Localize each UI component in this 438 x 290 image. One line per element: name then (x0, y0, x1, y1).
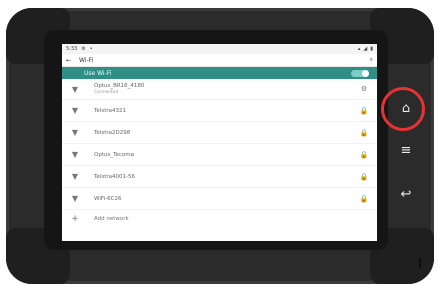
lock-icon: 🔒 (359, 172, 369, 181)
lock-icon: 🔒 (359, 194, 369, 203)
network-row[interactable]: ▼ WiFi-6C26 🔒 (62, 188, 377, 210)
wifi-settings-screen: 5:33 ⚙ • ▴ ◢ ▮ ← Wi-Fi ⌕ Use Wi-Fi ▼ Opt… (62, 44, 377, 241)
status-time: 5:33 (66, 46, 78, 52)
network-name: Telstra4001-56 (94, 173, 135, 180)
add-network-label: Add network (94, 216, 129, 222)
network-name: WiFi-6C26 (94, 195, 122, 202)
use-wifi-toggle-row[interactable]: Use Wi-Fi (62, 67, 377, 79)
status-bar: 5:33 ⚙ • ▴ ◢ ▮ (62, 44, 377, 54)
back-arrow-icon[interactable]: ← (66, 57, 71, 64)
battery-icon: ▮ (370, 46, 373, 52)
page-title: Wi-Fi (79, 56, 94, 64)
network-row[interactable]: ▼ Telstra2D298 🔒 (62, 122, 377, 144)
network-name: Telstra2D298 (94, 129, 131, 136)
indicator-led (419, 258, 421, 268)
wifi-signal-icon: ▼ (71, 150, 79, 159)
network-row[interactable]: ▼ Telstra4321 🔒 (62, 100, 377, 122)
gear-icon: ⚙ (81, 46, 86, 52)
pin-icon: • (89, 46, 93, 52)
use-wifi-label: Use Wi-Fi (84, 69, 112, 77)
wifi-icon: ▴ (357, 46, 361, 52)
toggle-knob (362, 69, 369, 77)
network-row[interactable]: ▼ Telstra4001-56 🔒 (62, 166, 377, 188)
network-status: Connected (94, 90, 119, 95)
plus-icon: + (71, 214, 79, 224)
network-name: Optus_Tecoma (94, 151, 135, 158)
signal-icon: ◢ (363, 46, 368, 52)
app-bar: ← Wi-Fi ⌕ (62, 54, 377, 67)
network-settings-gear-icon[interactable]: ⚙ (359, 85, 369, 93)
network-row-connected[interactable]: ▼ Optus_BR16_4180 Connected ⚙ (62, 79, 377, 100)
wifi-signal-icon: ▼ (71, 84, 79, 94)
wifi-signal-icon: ▼ (71, 172, 79, 181)
lock-icon: 🔒 (359, 128, 369, 137)
lock-icon: 🔒 (359, 106, 369, 115)
network-name: Telstra4321 (94, 107, 126, 114)
network-row[interactable]: ▼ Optus_Tecoma 🔒 (62, 144, 377, 166)
network-name: Optus_BR16_4180 (94, 83, 145, 89)
add-network-row[interactable]: + Add network (62, 210, 377, 228)
home-icon[interactable]: ⌂ (392, 98, 420, 118)
hardware-buttons: ⌂ ≡ ↩ (392, 92, 420, 232)
lock-icon: 🔒 (359, 150, 369, 159)
search-icon[interactable]: ⌕ (370, 56, 373, 64)
menu-icon[interactable]: ≡ (392, 140, 420, 160)
back-icon[interactable]: ↩ (392, 184, 420, 204)
wifi-toggle-switch[interactable] (351, 69, 369, 77)
wifi-signal-icon: ▼ (71, 106, 79, 115)
wifi-signal-icon: ▼ (71, 128, 79, 137)
wifi-signal-icon: ▼ (71, 194, 79, 203)
